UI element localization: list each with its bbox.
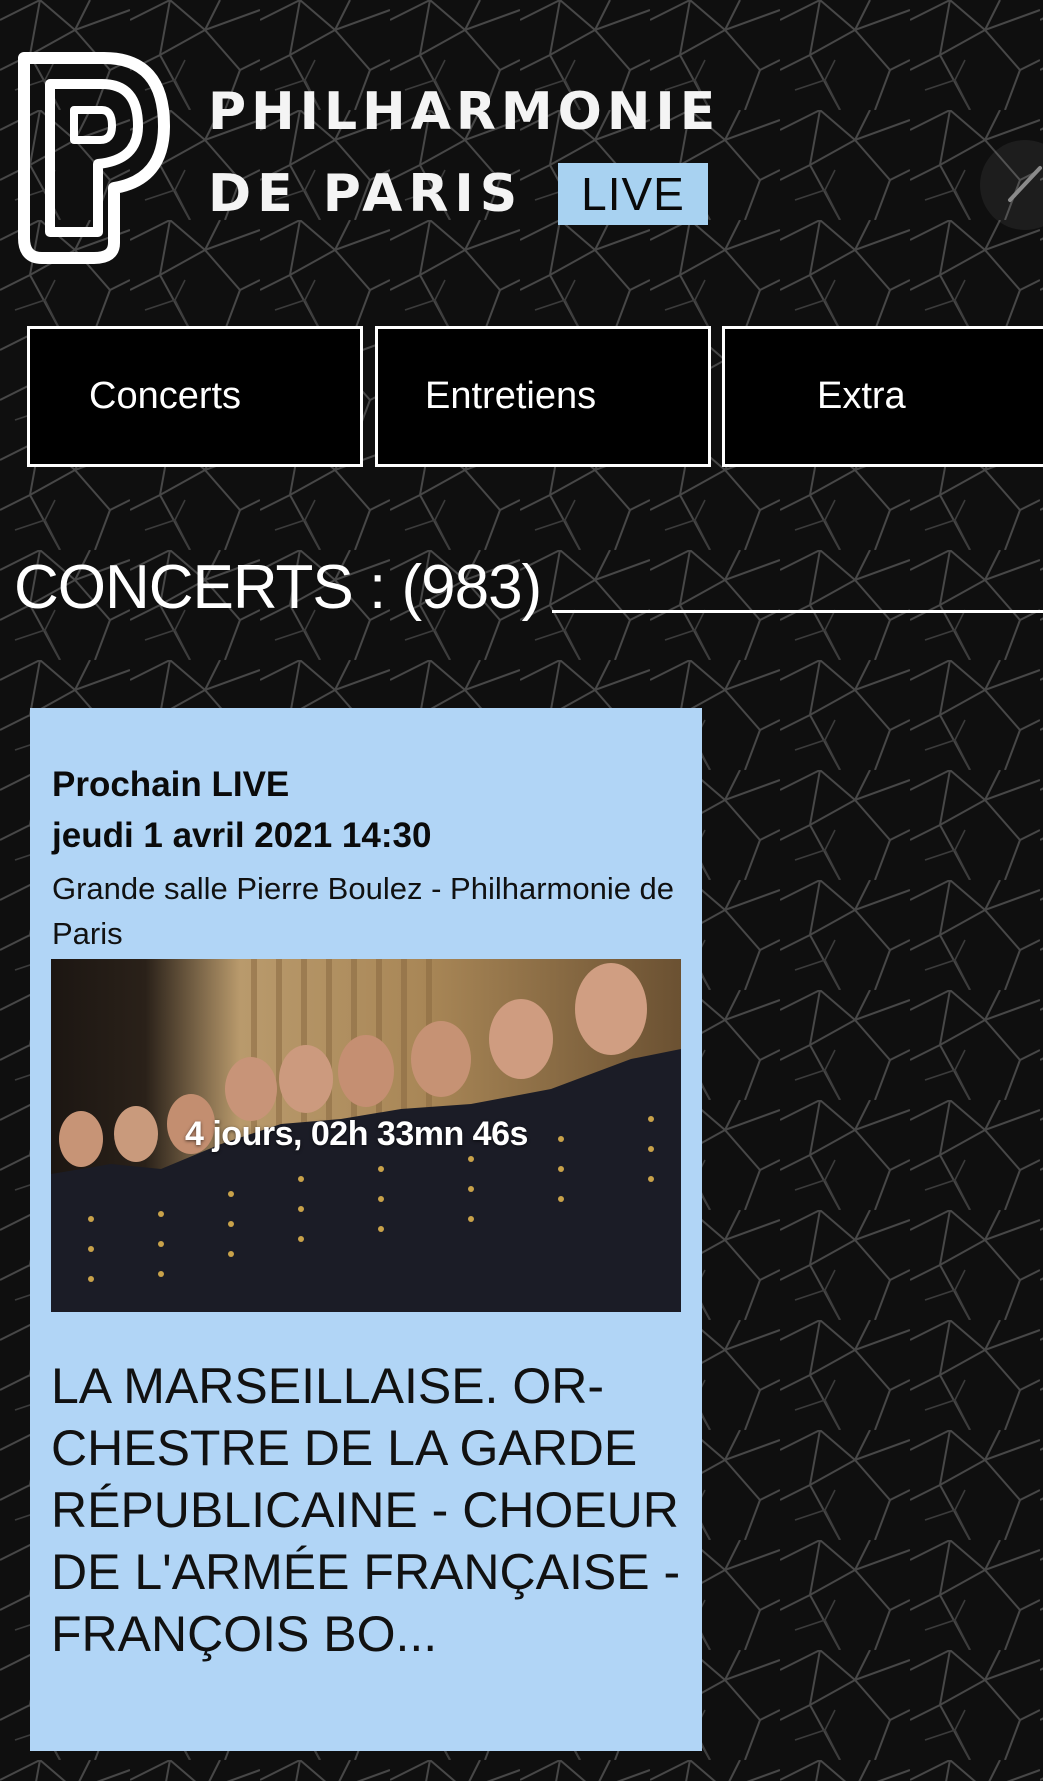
next-live-card[interactable]: Prochain LIVE jeudi 1 avril 2021 14:30 G… — [30, 708, 702, 1751]
live-badge: LIVE — [558, 163, 708, 225]
section-title: CONCERTS : (983) — [14, 553, 542, 622]
tab-concerts[interactable]: Concerts — [27, 326, 363, 467]
tab-entretiens[interactable]: Entretiens — [375, 326, 711, 467]
philharmonie-p-logo-icon[interactable] — [14, 48, 170, 264]
countdown-timer: 4 jours, 02h 33mn 46s — [185, 1115, 528, 1153]
next-live-venue: Grande salle Pierre Boulez - Philharmoni… — [52, 871, 675, 951]
concert-title-link[interactable]: LA MARSEILLAISE. OR-CHESTRE DE LA GARDE … — [51, 1355, 691, 1665]
brand-name-line2: DE PARIS — [208, 164, 524, 224]
pencil-icon[interactable] — [980, 140, 1043, 230]
tab-extra[interactable]: Extra — [722, 326, 1043, 467]
next-live-date: jeudi 1 avril 2021 14:30 — [52, 816, 432, 855]
next-live-label: Prochain LIVE — [52, 765, 290, 804]
brand-name-line1: PHILHARMONIE — [208, 82, 721, 142]
section-divider — [552, 610, 1043, 613]
concert-thumbnail[interactable]: 4 jours, 02h 33mn 46s — [51, 959, 681, 1312]
